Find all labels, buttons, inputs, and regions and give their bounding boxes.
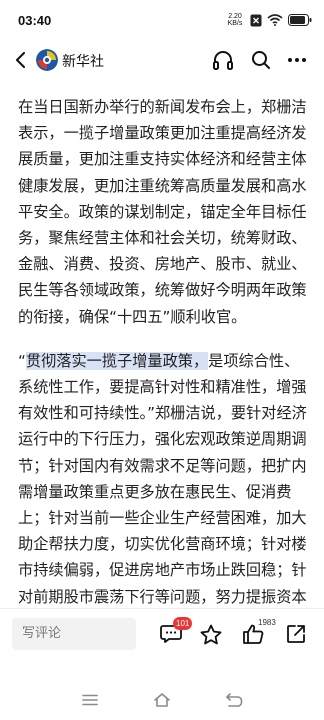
listen-button[interactable] <box>210 47 236 73</box>
bottom-action-bar: 写评论 101 1983 <box>0 608 324 658</box>
comment-count-badge: 101 <box>173 617 193 630</box>
back-arrow-icon <box>16 52 25 68</box>
status-icons: 2.20 KB/s <box>225 12 312 28</box>
share-icon <box>287 625 305 643</box>
favorite-button[interactable] <box>198 621 224 647</box>
status-time: 03:40 <box>18 13 52 28</box>
nav-back-button[interactable] <box>222 688 246 712</box>
article-body: 在当日国新办举行的新闻发布会上，郑栅洁表示，一揽子增量政策更加注重提高经济发展质… <box>18 94 314 654</box>
more-button[interactable] <box>284 47 310 73</box>
share-button[interactable] <box>283 621 309 647</box>
nav-menu-button[interactable] <box>78 688 102 712</box>
close-box-icon <box>250 14 262 26</box>
search-icon <box>252 51 270 69</box>
source-name[interactable]: 新华社 <box>62 51 104 71</box>
status-bar: 03:40 2.20 KB/s <box>0 0 324 40</box>
net-speed-unit: KB/s <box>227 20 243 27</box>
wifi-icon <box>267 14 283 26</box>
xinhua-logo-icon[interactable] <box>36 49 58 71</box>
net-speed-value: 2.20 <box>228 13 242 20</box>
system-nav-bar <box>0 680 324 720</box>
comment-input[interactable]: 写评论 <box>12 618 136 650</box>
article-paragraph-2: “贯彻落实一揽子增量政策，是项综合性、系统性工作，要提高针对性和精准性，增强有效… <box>18 348 314 636</box>
nav-home-button[interactable] <box>150 688 174 712</box>
article-paragraph-1: 在当日国新办举行的新闻发布会上，郑栅洁表示，一揽子增量政策更加注重提高经济发展质… <box>18 98 307 326</box>
menu-icon <box>82 694 98 706</box>
selected-text-highlight[interactable]: 贯彻落实一揽子增量政策， <box>25 351 209 370</box>
battery-icon <box>288 14 312 26</box>
article-header: 新华社 <box>0 40 324 82</box>
paragraph-2-text: 是项综合性、系统性工作，要提高针对性和精准性，增强有效性和可持续性。”郑栅洁说，… <box>18 351 307 632</box>
headphones-icon <box>213 51 233 70</box>
more-icon <box>288 58 306 62</box>
thumb-up-icon <box>243 624 264 644</box>
search-button[interactable] <box>248 47 274 73</box>
like-count: 1983 <box>258 618 276 627</box>
network-speed-icon: 2.20 KB/s <box>225 13 245 27</box>
back-button[interactable] <box>8 47 34 73</box>
home-icon <box>154 693 170 707</box>
open-quote: “ <box>18 351 26 370</box>
star-icon <box>200 624 222 644</box>
back-icon <box>226 693 243 707</box>
